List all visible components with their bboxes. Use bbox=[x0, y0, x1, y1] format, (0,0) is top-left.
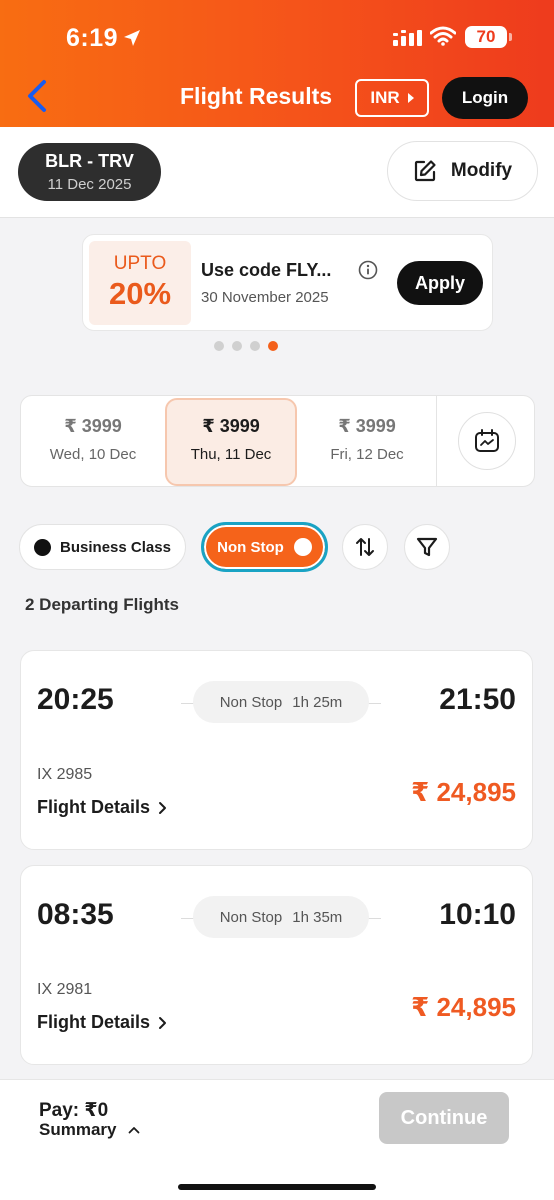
route-bar: BLR - TRV 11 Dec 2025 Modify bbox=[0, 127, 554, 218]
edit-icon bbox=[414, 160, 436, 182]
caret-right-icon bbox=[407, 93, 414, 103]
calendar-icon bbox=[475, 429, 499, 452]
date-price: ₹ 3999 bbox=[64, 416, 122, 436]
bottom-bar: Pay: ₹0 Summary Continue bbox=[0, 1079, 554, 1200]
date-price: ₹ 3999 bbox=[202, 416, 260, 436]
filter-icon bbox=[416, 537, 438, 557]
filter-button[interactable] bbox=[404, 524, 450, 570]
stop-label: Non Stop bbox=[219, 908, 283, 926]
radio-dot-icon bbox=[34, 538, 52, 556]
route-summary[interactable]: BLR - TRV 11 Dec 2025 bbox=[18, 143, 161, 201]
battery-indicator: 70 bbox=[465, 26, 512, 48]
currency-label: INR bbox=[370, 88, 400, 107]
toggle-knob bbox=[293, 538, 312, 556]
login-button[interactable]: Login bbox=[442, 77, 528, 119]
flight-card[interactable]: 20:25 Non Stop 1h 25m 21:50 IX 2985 Flig… bbox=[20, 650, 533, 850]
continue-button[interactable]: Continue bbox=[379, 1092, 509, 1144]
home-indicator bbox=[178, 1184, 376, 1190]
signal-icon bbox=[393, 30, 422, 46]
date-day: Fri, 12 Dec bbox=[330, 446, 404, 463]
non-stop-toggle[interactable]: Non Stop bbox=[201, 522, 328, 572]
date-option-selected[interactable]: ₹ 3999 Thu, 11 Dec bbox=[165, 398, 297, 486]
date-strip: ₹ 3999 Wed, 10 Dec ₹ 3999 Thu, 11 Dec ₹ … bbox=[20, 395, 535, 487]
chevron-right-icon bbox=[159, 801, 167, 814]
duration: 1h 35m bbox=[292, 908, 343, 926]
promo-upto: UPTO bbox=[113, 253, 167, 274]
info-icon[interactable] bbox=[358, 260, 378, 280]
modify-label: Modify bbox=[450, 160, 513, 181]
summary-label: Summary bbox=[39, 1120, 117, 1139]
flight-details-link[interactable]: Flight Details bbox=[37, 1012, 168, 1033]
app-header: 6:19 70 Flight Results INR Login bbox=[0, 0, 554, 127]
carousel-dot[interactable] bbox=[232, 341, 242, 351]
route-code: BLR - TRV bbox=[45, 151, 134, 171]
date-price: ₹ 3999 bbox=[338, 416, 396, 436]
flight-details-label: Flight Details bbox=[37, 1012, 151, 1032]
promo-card[interactable]: UPTO 20% Use code FLY... 30 November 202… bbox=[82, 234, 493, 331]
apply-button[interactable]: Apply bbox=[397, 261, 483, 305]
date-day: Thu, 11 Dec bbox=[190, 446, 272, 463]
sort-button[interactable] bbox=[342, 524, 388, 570]
results-count: 2 Departing Flights bbox=[25, 595, 179, 614]
departure-time: 20:25 bbox=[37, 683, 114, 716]
battery-level: 70 bbox=[476, 27, 496, 46]
date-option[interactable]: ₹ 3999 Fri, 12 Dec bbox=[301, 398, 433, 486]
stop-info: Non Stop 1h 35m bbox=[193, 896, 369, 938]
summary-toggle[interactable]: Summary bbox=[39, 1120, 140, 1140]
flight-price: ₹ 24,895 bbox=[411, 992, 516, 1022]
flight-details-label: Flight Details bbox=[37, 797, 151, 817]
date-option[interactable]: ₹ 3999 Wed, 10 Dec bbox=[27, 398, 159, 486]
promo-badge: UPTO 20% bbox=[89, 241, 191, 325]
carousel-dots bbox=[214, 341, 278, 351]
pay-amount: Pay: ₹0 bbox=[39, 1100, 109, 1121]
flight-number: IX 2981 bbox=[37, 981, 93, 998]
carousel-dot[interactable] bbox=[214, 341, 224, 351]
stop-label: Non Stop bbox=[219, 693, 283, 711]
promo-code: Use code FLY... bbox=[201, 260, 332, 280]
business-class-label: Business Class bbox=[60, 538, 171, 556]
departure-time: 08:35 bbox=[37, 898, 114, 931]
flight-details-link[interactable]: Flight Details bbox=[37, 797, 168, 818]
chevron-up-icon bbox=[129, 1127, 140, 1134]
status-time: 6:19 bbox=[66, 24, 119, 52]
calendar-button[interactable] bbox=[458, 412, 516, 470]
location-arrow-icon bbox=[124, 30, 140, 46]
carousel-dot[interactable] bbox=[250, 341, 260, 351]
duration: 1h 25m bbox=[292, 693, 343, 711]
divider bbox=[436, 396, 437, 486]
arrival-time: 10:10 bbox=[439, 898, 516, 931]
flight-price: ₹ 24,895 bbox=[411, 777, 516, 807]
date-day: Wed, 10 Dec bbox=[49, 446, 137, 463]
flight-card[interactable]: 08:35 Non Stop 1h 35m 10:10 IX 2981 Flig… bbox=[20, 865, 533, 1065]
carousel-dot-active[interactable] bbox=[268, 341, 278, 351]
modify-button[interactable]: Modify bbox=[387, 141, 538, 201]
sort-icon bbox=[356, 538, 374, 556]
promo-percent: 20% bbox=[108, 276, 172, 311]
business-class-chip[interactable]: Business Class bbox=[19, 524, 186, 570]
route-date: 11 Dec 2025 bbox=[47, 176, 132, 193]
wifi-icon bbox=[430, 26, 456, 46]
non-stop-label: Non Stop bbox=[217, 538, 284, 556]
flight-number: IX 2985 bbox=[37, 766, 93, 783]
currency-selector[interactable]: INR bbox=[355, 79, 429, 117]
stop-info: Non Stop 1h 25m bbox=[193, 681, 369, 723]
page-title: Flight Results bbox=[180, 83, 333, 109]
promo-date: 30 November 2025 bbox=[201, 289, 329, 306]
back-chevron-icon[interactable] bbox=[22, 78, 52, 114]
chevron-right-icon bbox=[159, 1016, 167, 1029]
arrival-time: 21:50 bbox=[439, 683, 516, 716]
